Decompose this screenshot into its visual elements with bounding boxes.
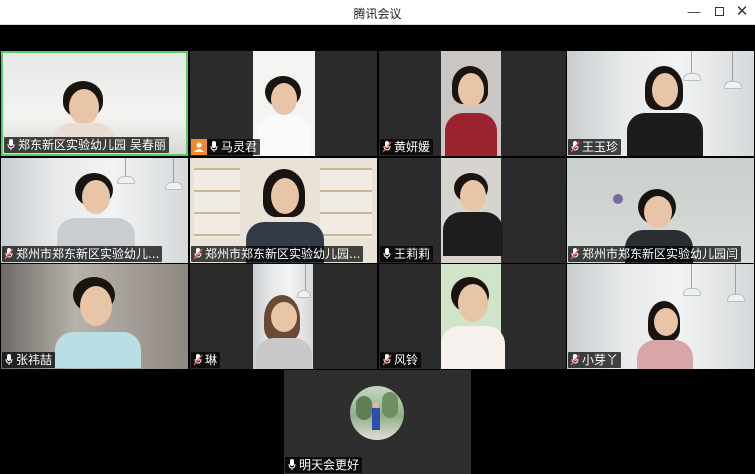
avatar [350, 386, 404, 440]
mic-muted-icon [570, 352, 582, 368]
minimize-button[interactable]: — [685, 4, 703, 20]
video-tile-13[interactable]: 明天会更好 [284, 370, 471, 474]
mic-muted-icon [570, 139, 582, 155]
video-tile-4[interactable]: 王玉珍 [567, 51, 754, 156]
window-title: 腾讯会议 [353, 7, 402, 21]
video-tile-8[interactable]: 郑州市郑东新区实验幼儿园闫 [567, 158, 754, 263]
video-tile-9[interactable]: 张祎喆 [1, 264, 188, 369]
mic-muted-icon [570, 246, 582, 262]
participant-name-label: 小芽丫 [568, 352, 622, 368]
close-button[interactable]: ✕ [733, 4, 751, 20]
mic-muted-icon [4, 246, 16, 262]
mic-icon [382, 246, 394, 262]
mic-icon [287, 457, 299, 473]
participant-name-label: 王玉珍 [568, 139, 622, 155]
participant-name-label: 明天会更好 [285, 457, 363, 473]
participant-name-label: 郑州市郑东新区实验幼儿园闫 [568, 246, 742, 262]
maximize-button[interactable] [710, 4, 728, 20]
participant-name-label: 风铃 [380, 352, 422, 368]
participant-name-label: 王莉莉 [380, 246, 434, 262]
participant-name-label: 琳 [191, 352, 221, 368]
mic-icon [209, 139, 221, 155]
video-tile-3[interactable]: 黄妍媛 [379, 51, 566, 156]
mic-muted-icon [382, 352, 394, 368]
bookshelf-right [320, 168, 372, 238]
maximize-icon [714, 7, 724, 16]
video-tile-1[interactable]: 郑东新区实验幼儿园 吴春丽 [1, 51, 188, 156]
bookshelf-left [194, 168, 240, 238]
host-icon [191, 139, 207, 155]
participant-name-label: 马灵君 [191, 139, 261, 155]
participant-name-label: 黄妍媛 [380, 139, 434, 155]
mic-muted-icon [193, 352, 205, 368]
video-tile-5[interactable]: 郑州市郑东新区实验幼儿... [1, 158, 188, 263]
mic-muted-icon [193, 246, 205, 262]
wall-decoration [613, 194, 623, 204]
participant-name-label: 郑东新区实验幼儿园 吴春丽 [4, 137, 169, 153]
participant-name-label: 张祎喆 [2, 352, 56, 368]
mic-icon [6, 137, 18, 153]
video-tile-2[interactable]: 马灵君 [190, 51, 377, 156]
video-tile-6[interactable]: 郑州市郑东新区实验幼儿园... [190, 158, 377, 263]
mic-icon [4, 352, 16, 368]
video-tile-11[interactable]: 风铃 [379, 264, 566, 369]
title-bar[interactable]: 腾讯会议 — ✕ [0, 0, 755, 25]
video-tile-12[interactable]: 小芽丫 [567, 264, 754, 369]
mic-muted-icon [382, 139, 394, 155]
meeting-window: 腾讯会议 — ✕ 郑东新区实验幼儿园 吴春丽 马灵君 黄妍媛 王玉珍 郑州市郑东… [0, 0, 755, 474]
participant-name-label: 郑州市郑东新区实验幼儿... [2, 246, 163, 262]
participant-name-label: 郑州市郑东新区实验幼儿园... [191, 246, 364, 262]
video-tile-10[interactable]: 琳 [190, 264, 377, 369]
video-tile-7[interactable]: 王莉莉 [379, 158, 566, 263]
